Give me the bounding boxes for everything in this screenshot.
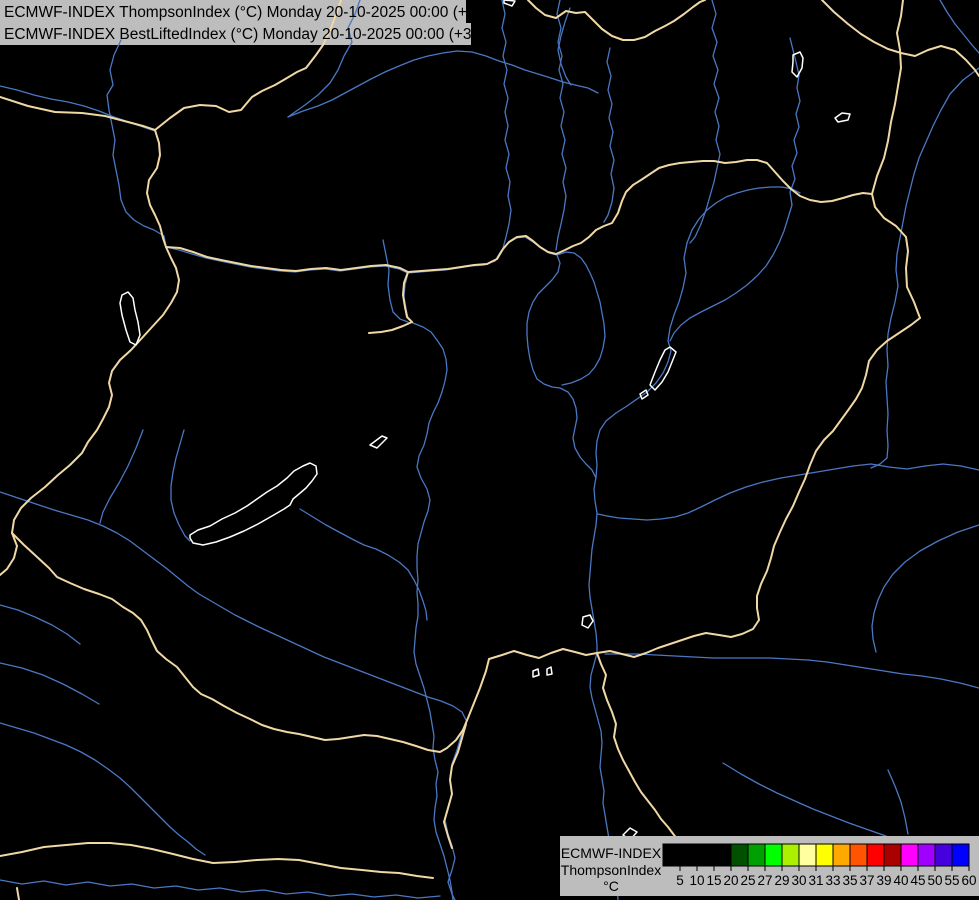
color-scale: 5 1015202527293031333537394045505560 <box>663 844 977 888</box>
weather-map-page: ECMWF-INDEX ThompsonIndex (°C) Monday 20… <box>0 0 979 900</box>
color-scale-cell <box>952 844 969 866</box>
scale-tick-label: 10 <box>689 873 704 888</box>
scale-tick-label: 30 <box>791 873 806 888</box>
color-scale-cell <box>697 844 714 866</box>
legend-unit-label: °C <box>603 878 619 894</box>
scale-tick-label: 31 <box>808 873 823 888</box>
legend-heading-model: ECMWF-INDEX <box>561 845 662 861</box>
scale-tick-label: 50 <box>927 873 942 888</box>
color-scale-cell <box>867 844 884 866</box>
color-scale-cell <box>663 844 680 866</box>
scale-tick-label: 20 <box>723 873 738 888</box>
title-line2: ECMWF-INDEX BestLiftedIndex (°C) Monday … <box>4 26 494 43</box>
scale-tick-label: 55 <box>944 873 959 888</box>
scale-tick-label: 45 <box>910 873 925 888</box>
color-scale-cell <box>782 844 799 866</box>
color-scale-cell <box>731 844 748 866</box>
color-scale-cell <box>901 844 918 866</box>
color-scale-cell <box>748 844 765 866</box>
map-background <box>0 0 979 900</box>
legend-panel: ECMWF-INDEX ThompsonIndex °C 5 1015202527… <box>560 836 979 896</box>
scale-tick-label: 60 <box>961 873 976 888</box>
color-scale-cell <box>765 844 782 866</box>
scale-tick-label: 35 <box>842 873 857 888</box>
color-scale-cell <box>833 844 850 866</box>
legend-heading-index: ThompsonIndex <box>561 862 661 878</box>
scale-tick-label: 40 <box>893 873 908 888</box>
color-scale-cell <box>714 844 731 866</box>
weather-map-canvas: ECMWF-INDEX ThompsonIndex (°C) Monday 20… <box>0 0 979 900</box>
color-scale-cell <box>850 844 867 866</box>
color-scale-cell <box>935 844 952 866</box>
color-scale-cell <box>884 844 901 866</box>
scale-tick-label: 29 <box>774 873 789 888</box>
color-scale-cell <box>918 844 935 866</box>
scale-tick-label: 5 <box>676 873 684 888</box>
scale-tick-label: 27 <box>757 873 772 888</box>
scale-tick-label: 37 <box>859 873 874 888</box>
scale-tick-label: 33 <box>825 873 840 888</box>
scale-tick-label: 39 <box>876 873 891 888</box>
color-scale-cell <box>799 844 816 866</box>
color-scale-cell <box>816 844 833 866</box>
scale-tick-label: 15 <box>706 873 721 888</box>
scale-tick-label: 25 <box>740 873 755 888</box>
title-line1: ECMWF-INDEX ThompsonIndex (°C) Monday 20… <box>4 4 498 21</box>
color-scale-cell <box>680 844 697 866</box>
